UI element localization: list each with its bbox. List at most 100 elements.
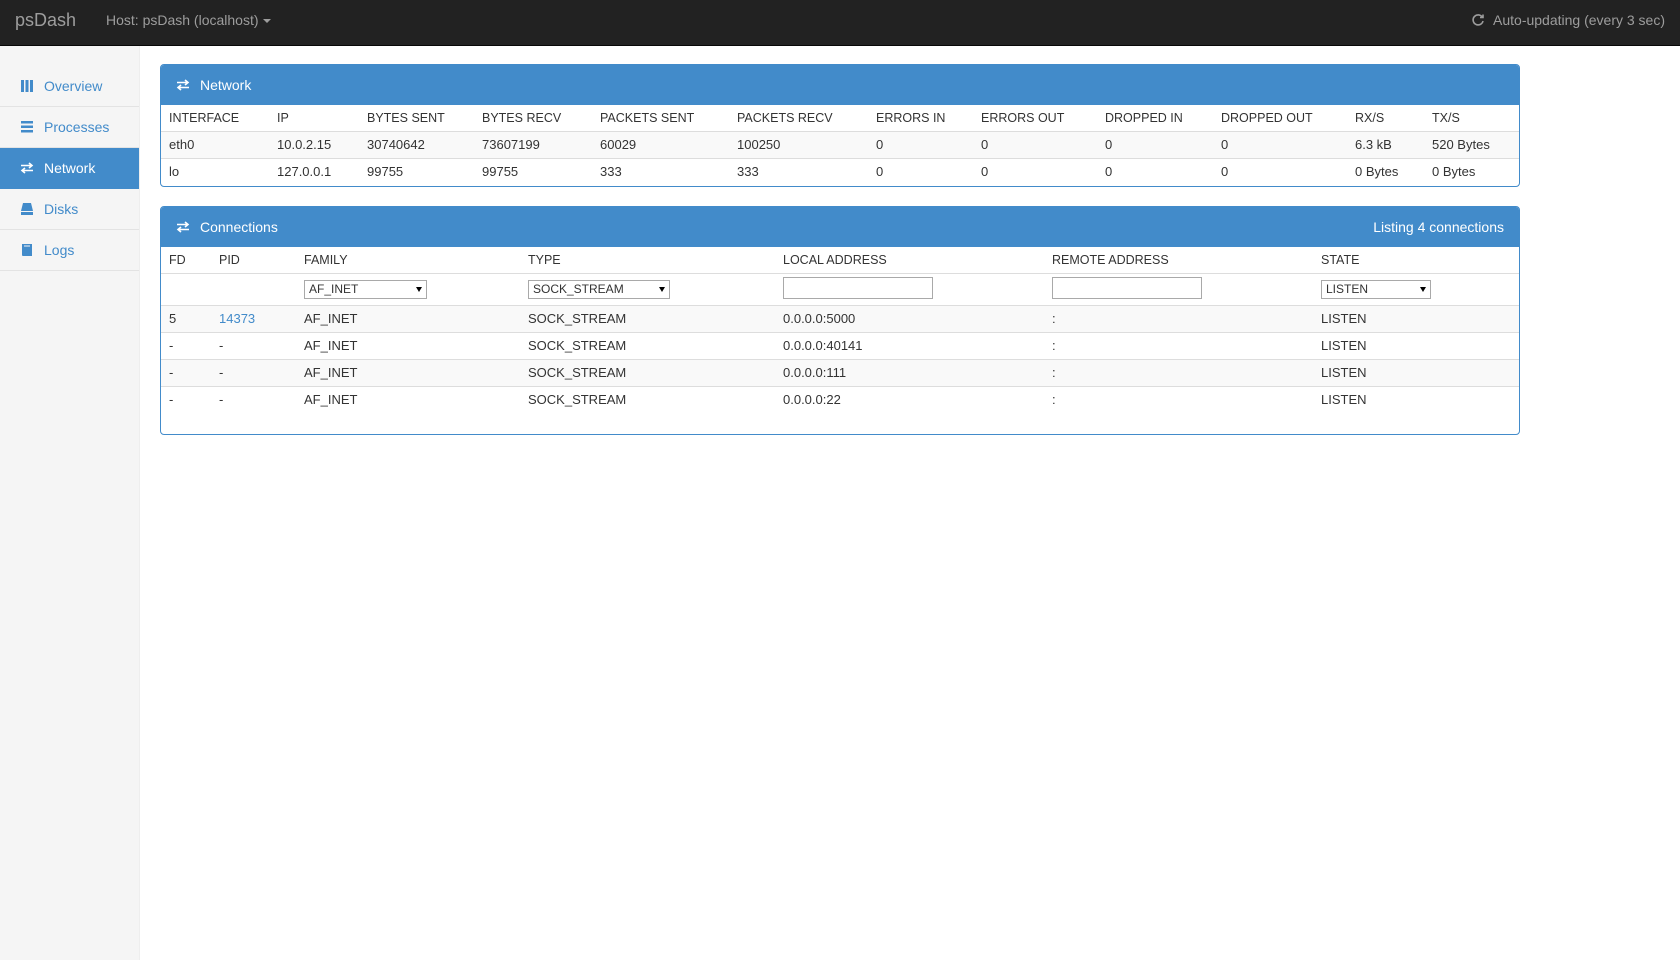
- column-header: TX/S: [1424, 105, 1519, 132]
- table-row: lo 127.0.0.1 99755 99755 333 333 0 0 0 0…: [161, 157, 1519, 185]
- host-dropdown-label: Host: psDash (localhost): [106, 12, 259, 28]
- table-cell: SOCK_STREAM: [520, 385, 775, 413]
- column-header: ERRORS OUT: [973, 105, 1097, 132]
- brand-logo[interactable]: psDash: [15, 10, 76, 30]
- sidebar-item-processes[interactable]: Processes: [0, 107, 139, 148]
- column-header: PID: [211, 247, 296, 274]
- column-header: STATE: [1313, 247, 1519, 274]
- column-header: TYPE: [520, 247, 775, 274]
- book-icon: [20, 243, 34, 257]
- table-row: - - AF_INET SOCK_STREAM 0.0.0.0:111 : LI…: [161, 358, 1519, 386]
- sidebar-item-logs[interactable]: Logs: [0, 230, 139, 271]
- table-header-row: INTERFACE IP BYTES SENT BYTES RECV PACKE…: [161, 105, 1519, 132]
- table-cell: AF_INET: [296, 358, 520, 386]
- table-cell: 520 Bytes: [1424, 131, 1519, 158]
- host-dropdown[interactable]: Host: psDash (localhost): [106, 12, 271, 28]
- connections-panel-heading: Connections Listing 4 connections: [161, 207, 1519, 247]
- sidebar-item-label: Network: [44, 160, 96, 176]
- column-header: PACKETS RECV: [729, 105, 868, 132]
- table-cell: AF_INET: [296, 331, 520, 359]
- table-row: - - AF_INET SOCK_STREAM 0.0.0.0:22 : LIS…: [161, 385, 1519, 413]
- table-cell: 0: [1097, 157, 1213, 185]
- column-header: PACKETS SENT: [592, 105, 729, 132]
- table-cell: :: [1044, 385, 1313, 413]
- table-cell: AF_INET: [296, 385, 520, 413]
- table-cell: 127.0.0.1: [269, 157, 359, 185]
- dropdown-arrow-icon: [659, 286, 665, 292]
- sidebar-item-overview[interactable]: Overview: [0, 66, 139, 107]
- list-icon: [20, 120, 34, 134]
- table-cell: SOCK_STREAM: [520, 304, 775, 332]
- table-cell: 0: [1097, 131, 1213, 158]
- dropdown-arrow-icon: [416, 286, 422, 292]
- sidebar-item-label: Logs: [44, 242, 75, 258]
- panel-title: Connections: [200, 219, 278, 235]
- sidebar-item-network[interactable]: Network: [0, 148, 139, 189]
- column-header: REMOTE ADDRESS: [1044, 247, 1313, 274]
- table-cell: -: [161, 385, 211, 413]
- table-cell: 0.0.0.0:111: [775, 358, 1044, 386]
- table-cell: :: [1044, 331, 1313, 359]
- table-cell: 100250: [729, 131, 868, 158]
- column-header: INTERFACE: [161, 105, 269, 132]
- table-cell: -: [211, 331, 296, 359]
- panel-title: Network: [200, 77, 252, 93]
- table-row: 5 14373 AF_INET SOCK_STREAM 0.0.0.0:5000…: [161, 304, 1519, 332]
- column-header: FAMILY: [296, 247, 520, 274]
- remote-address-filter-input[interactable]: [1052, 276, 1202, 299]
- table-cell: -: [211, 358, 296, 386]
- table-cell: :: [1044, 304, 1313, 332]
- table-cell: 0: [868, 157, 973, 185]
- hdd-icon: [20, 202, 34, 216]
- table-cell: -: [161, 331, 211, 359]
- sidebar: Overview Processes Network Disks Logs: [0, 46, 140, 960]
- pid-link[interactable]: 14373: [211, 304, 296, 332]
- table-cell: LISTEN: [1313, 304, 1519, 332]
- table-cell: 99755: [474, 157, 592, 185]
- type-filter-select[interactable]: SOCK_STREAM: [528, 279, 670, 299]
- auto-updating-toggle[interactable]: Auto-updating (every 3 sec): [1471, 12, 1665, 28]
- table-cell: eth0: [161, 131, 269, 158]
- sidebar-item-label: Processes: [44, 119, 110, 135]
- table-cell: 0: [1213, 131, 1347, 158]
- sidebar-item-disks[interactable]: Disks: [0, 189, 139, 230]
- table-cell: 60029: [592, 131, 729, 158]
- table-cell: LISTEN: [1313, 385, 1519, 413]
- table-header-row: FD PID FAMILY TYPE LOCAL ADDRESS REMOTE …: [161, 247, 1519, 274]
- transfer-icon: [20, 161, 34, 175]
- column-header: IP: [269, 105, 359, 132]
- table-cell: -: [211, 385, 296, 413]
- network-panel-heading: Network: [161, 65, 1519, 105]
- network-panel: Network INTERFACE IP BYTES SENT BYTES RE…: [160, 64, 1520, 187]
- table-cell: LISTEN: [1313, 331, 1519, 359]
- table-cell: SOCK_STREAM: [520, 358, 775, 386]
- local-address-filter-input[interactable]: [783, 276, 933, 299]
- column-header: FD: [161, 247, 211, 274]
- family-filter-select[interactable]: AF_INET: [304, 279, 427, 299]
- table-cell: 333: [592, 157, 729, 185]
- top-navbar: psDash Host: psDash (localhost) Auto-upd…: [0, 0, 1680, 46]
- state-filter-value: LISTEN: [1326, 282, 1369, 296]
- auto-updating-label: Auto-updating (every 3 sec): [1493, 12, 1665, 28]
- table-cell: SOCK_STREAM: [520, 331, 775, 359]
- column-header: RX/S: [1347, 105, 1424, 132]
- caret-down-icon: [262, 19, 271, 24]
- table-cell: 0: [973, 131, 1097, 158]
- column-header: DROPPED IN: [1097, 105, 1213, 132]
- connections-count: Listing 4 connections: [1373, 219, 1504, 235]
- state-filter-select[interactable]: LISTEN: [1321, 279, 1431, 299]
- table-cell: 0 Bytes: [1424, 157, 1519, 185]
- refresh-icon: [1472, 14, 1484, 26]
- table-cell: 0: [973, 157, 1097, 185]
- dropdown-arrow-icon: [1420, 286, 1426, 292]
- table-row: - - AF_INET SOCK_STREAM 0.0.0.0:40141 : …: [161, 331, 1519, 359]
- table-cell: 73607199: [474, 131, 592, 158]
- sidebar-item-label: Disks: [44, 201, 79, 217]
- network-table: INTERFACE IP BYTES SENT BYTES RECV PACKE…: [161, 105, 1519, 185]
- table-cell: 0.0.0.0:22: [775, 385, 1044, 413]
- table-cell: 6.3 kB: [1347, 131, 1424, 158]
- column-header: DROPPED OUT: [1213, 105, 1347, 132]
- column-header: LOCAL ADDRESS: [775, 247, 1044, 274]
- table-cell: 99755: [359, 157, 474, 185]
- table-cell: 0.0.0.0:5000: [775, 304, 1044, 332]
